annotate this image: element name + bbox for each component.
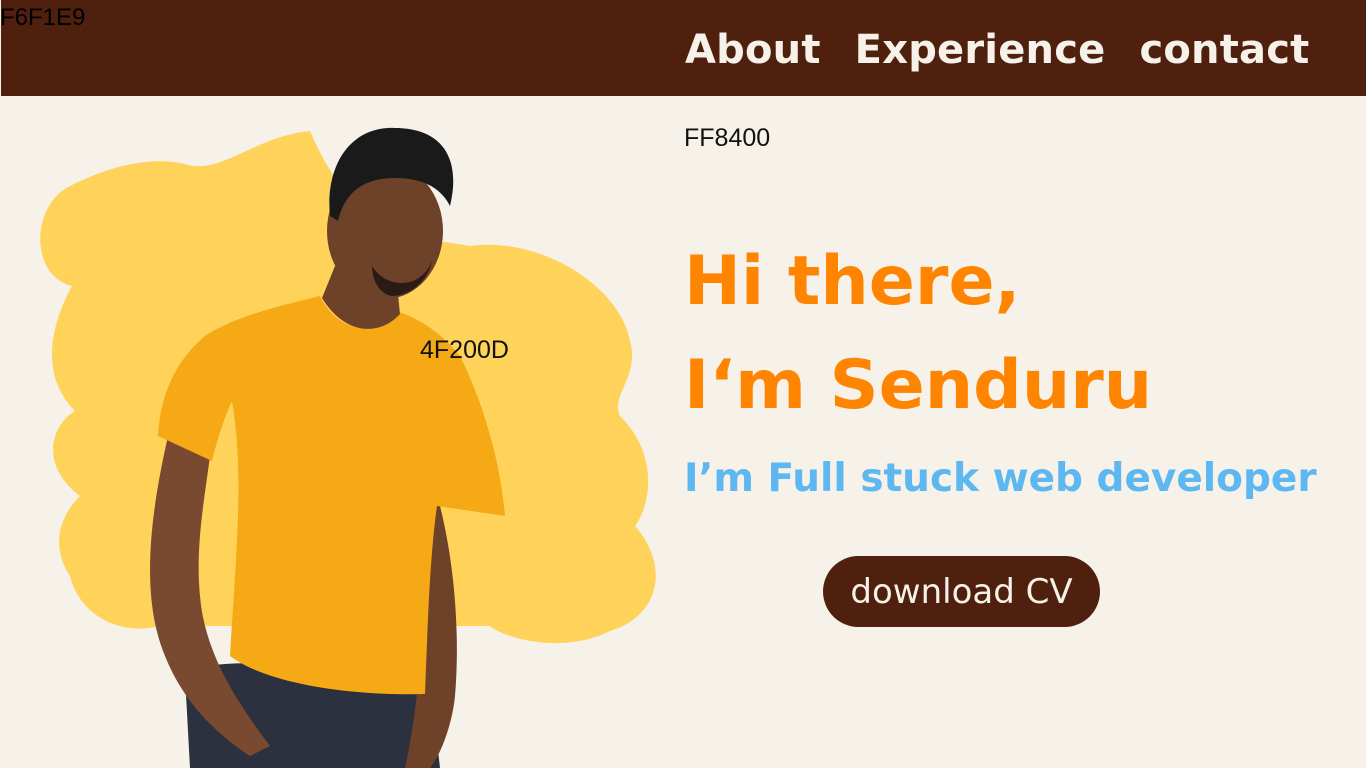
color-code-background: F6F1E9 [0,4,86,31]
color-code-brown: 4F200D [420,336,509,364]
hero-name: I‘m Senduru [684,346,1153,425]
nav-item-experience[interactable]: Experience [855,27,1106,73]
hero-greeting-line1: Hi there, [684,242,1021,321]
nav-links: About Experience contact [685,26,1309,74]
download-cv-label: download CV [850,571,1073,612]
hero-subtitle: I’m Full stuck web developer [684,456,1317,501]
color-code-orange: FF8400 [684,124,771,152]
top-navbar: About Experience contact [1,0,1366,96]
nav-item-contact[interactable]: contact [1139,27,1309,73]
profile-photo [40,127,656,768]
download-cv-button[interactable]: download CV [823,556,1100,627]
nav-item-about[interactable]: About [685,27,821,73]
